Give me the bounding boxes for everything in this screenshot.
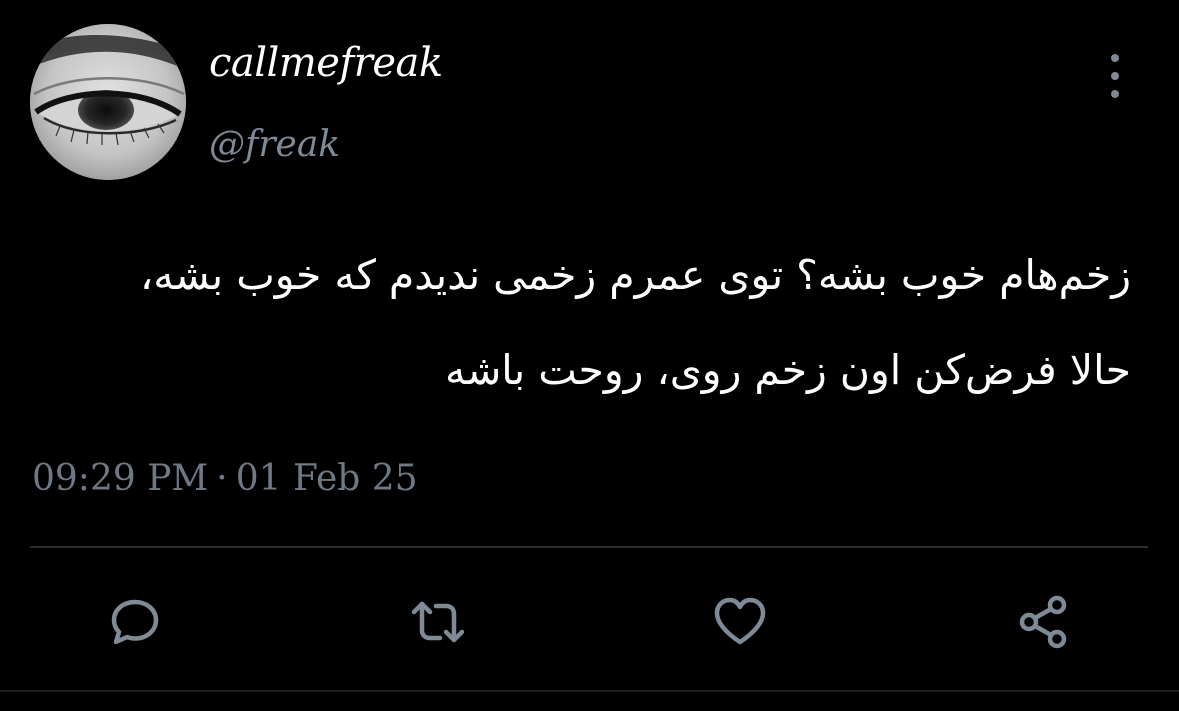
- avatar[interactable]: [30, 24, 186, 180]
- tweet-time: 09:29 PM: [32, 458, 209, 499]
- display-name[interactable]: callmefreak: [209, 40, 443, 86]
- tweet-text: زخم‌هام خوب بشه؟ توی عمرم زخمی ندیدم که …: [21, 228, 1131, 418]
- speech-bubble-icon: [111, 599, 159, 645]
- reply-button[interactable]: [103, 590, 167, 654]
- user-handle[interactable]: @freak: [209, 124, 340, 165]
- tweet-text-line: زخم‌هام خوب بشه؟ توی عمرم زخمی ندیدم که …: [139, 251, 1131, 299]
- retweet-button[interactable]: [406, 590, 470, 654]
- more-dot-icon: [1111, 72, 1119, 80]
- tweet-timestamp[interactable]: 09:29 PM · 01 Feb 25: [32, 458, 418, 499]
- share-button[interactable]: [1012, 590, 1076, 654]
- tweet-date: 01 Feb 25: [235, 458, 418, 499]
- share-icon: [1019, 595, 1067, 649]
- tweet-card: callmefreak @freak زخم‌هام خوب بشه؟ توی …: [0, 0, 1179, 711]
- eye-photo-icon: [30, 24, 186, 180]
- more-dot-icon: [1111, 90, 1119, 98]
- tweet-text-line: حالا فرض‌کن اون زخم روی، روحت باشه: [444, 346, 1131, 394]
- more-options-button[interactable]: [1100, 54, 1130, 98]
- more-dot-icon: [1111, 54, 1119, 62]
- divider-bottom: [0, 690, 1179, 692]
- timestamp-separator: ·: [216, 458, 228, 499]
- divider: [30, 546, 1148, 548]
- retweet-icon: [411, 601, 465, 643]
- heart-icon: [714, 597, 766, 645]
- like-button[interactable]: [708, 590, 772, 654]
